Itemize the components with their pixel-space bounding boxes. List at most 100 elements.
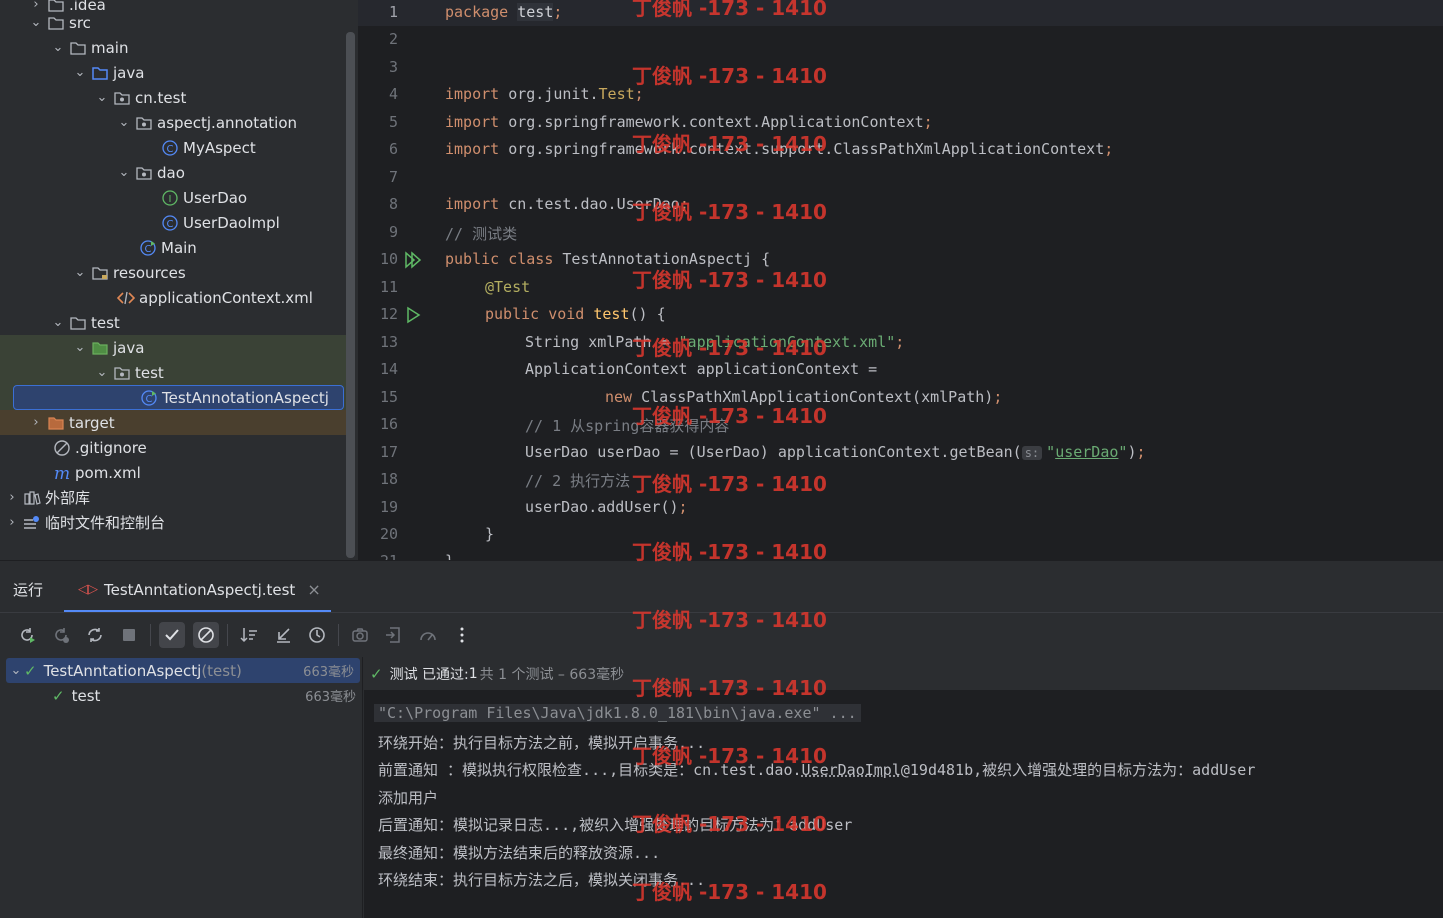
chevron-right-icon[interactable]: › [4,515,20,530]
test-case-label: test [71,686,101,705]
chevron-right-icon[interactable]: › [4,490,20,505]
chevron-down-icon[interactable]: ⌄ [8,663,24,678]
code-token: package [445,3,509,21]
check-icon: ✓ [24,661,37,680]
show-passed-button[interactable] [159,621,185,648]
tree-item-resources[interactable]: ⌄ resources [0,260,346,285]
code-line: } [445,552,454,560]
chevron-down-icon[interactable]: ⌄ [28,15,44,30]
close-icon[interactable]: × [307,580,320,599]
line-number: 15 [379,388,398,406]
code-token: ; [993,388,1003,406]
code-token: String xmlPath = [525,333,679,351]
chevron-down-icon[interactable]: ⌄ [72,340,88,355]
code-token: org.junit. [499,85,599,103]
tree-item-userdao[interactable]: I UserDao [0,185,346,210]
test-case-row[interactable]: ✓ test 663毫秒 [0,683,362,708]
test-status-detail: 共 1 个测试 – 663毫秒 [479,666,625,683]
more-options-icon[interactable] [449,622,475,648]
chevron-down-icon[interactable]: ⌄ [94,90,110,105]
line-number: 7 [388,168,398,186]
ignore-file-icon [53,439,71,456]
chevron-down-icon[interactable]: ⌄ [72,65,88,80]
code-token: Test [598,85,635,103]
toolbar-separator [150,623,151,646]
tree-item-target[interactable]: › target [0,410,346,435]
line-number: 11 [379,278,398,296]
line-number: 9 [388,223,398,241]
stop-button[interactable] [116,622,142,648]
tree-item-dao[interactable]: ⌄ dao [0,160,346,185]
code-token: import [445,195,500,213]
console-line: 环绕结束：执行目标方法之后，模拟关闭事务... [378,871,706,889]
tree-item-pom-xml[interactable]: m pom.xml [0,460,346,485]
console-output[interactable]: ✓ 测试 已通过: 1共 1 个测试 – 663毫秒 "C:\Program F… [364,657,1443,918]
code-token: "applicationContext.xml" [678,333,896,351]
chevron-down-icon[interactable]: ⌄ [50,40,66,55]
code-token: () { [629,305,666,323]
package-icon [135,115,153,131]
toggle-auto-test-button[interactable] [82,622,108,648]
code-token: ; [678,498,688,516]
chevron-down-icon[interactable]: ⌄ [116,165,132,180]
import-tests-button[interactable] [381,622,407,648]
tree-item-src[interactable]: ⌄ src [0,10,346,35]
tree-item-gitignore[interactable]: .gitignore [0,435,346,460]
code-token[interactable]: userDao [1055,443,1118,461]
console-command[interactable]: "C:\Program Files\Java\jdk1.8.0_181\bin\… [374,704,861,722]
chevron-down-icon[interactable]: ⌄ [50,315,66,330]
code-editor[interactable]: 1 2 3 4 5 6 7 8 9 10 11 12 13 14 15 16 1… [358,0,1443,560]
code-line: import org.springframework.context.Appli… [445,113,933,131]
line-number: 10 [379,250,398,268]
show-ignored-button[interactable] [193,621,219,648]
code-token: test [593,305,630,323]
rerun-failed-button[interactable] [48,622,74,648]
code-token: ClassPathXmlApplicationContext(xmlPath) [632,388,994,406]
class-icon: C [161,214,179,231]
code-line: UserDao userDao = (UserDao) applicationC… [525,443,1146,461]
tree-item-test[interactable]: ⌄ test [0,310,346,335]
tree-item-main-class[interactable]: C Main [0,235,346,260]
tree-item-cn-test[interactable]: ⌄ cn.test [0,85,346,110]
code-token: public class [445,250,554,268]
code-line: new ClassPathXmlApplicationContext(xmlPa… [605,388,1002,406]
tree-item-test-java[interactable]: ⌄ java [0,335,346,360]
code-token: import [445,140,500,158]
tree-item-aspectj-annotation[interactable]: ⌄ aspectj.annotation [0,110,346,135]
code-token: ; [679,195,689,213]
package-icon [113,90,131,106]
camera-icon[interactable] [347,622,373,648]
test-suite-label: TestAnntationAspectj [43,661,202,680]
tree-item-test-package[interactable]: ⌄ test [0,360,346,385]
code-line: } [485,525,495,543]
project-scrollbar[interactable] [346,32,355,558]
code-token: import [445,113,500,131]
run-gutter-icon[interactable] [404,251,422,269]
tree-item-testannotationaspectj[interactable]: C TestAnnotationAspectj [13,385,344,410]
test-suite-row[interactable]: ⌄ ✓ TestAnntationAspectj (test) 663毫秒 [6,658,360,683]
run-gutter-icon[interactable] [404,306,422,324]
tree-item-myaspect[interactable]: C MyAspect [0,135,346,160]
tree-item-main-java[interactable]: ⌄ java [0,60,346,85]
tree-item-userdaoimpl[interactable]: C UserDaoImpl [0,210,346,235]
tree-item-scratches[interactable]: › 临时文件和控制台 [0,510,346,535]
run-tab[interactable]: ◁▷ TestAnntationAspectj.test × [64,569,331,613]
code-token: userDao.addUser() [525,498,679,516]
tree-item-applicationcontext-xml[interactable]: applicationContext.xml [0,285,346,310]
package-icon [113,365,131,381]
sort-button[interactable] [236,622,262,648]
console-link[interactable]: UserDaoImpl [802,761,901,779]
collapse-all-button[interactable] [270,622,296,648]
code-line: ApplicationContext applicationContext = [525,360,878,378]
tree-item-main[interactable]: ⌄ main [0,35,346,60]
chevron-right-icon[interactable]: › [28,415,44,430]
chevron-down-icon[interactable]: ⌄ [72,265,88,280]
coverage-button[interactable] [415,622,441,648]
maven-icon: m [53,465,71,481]
chevron-down-icon[interactable]: ⌄ [94,365,110,380]
chevron-down-icon[interactable]: ⌄ [116,115,132,130]
rerun-button[interactable] [14,622,40,648]
tree-item-external-libraries[interactable]: › 外部库 [0,485,346,510]
code-token: test [517,3,554,21]
test-history-button[interactable] [304,622,330,648]
